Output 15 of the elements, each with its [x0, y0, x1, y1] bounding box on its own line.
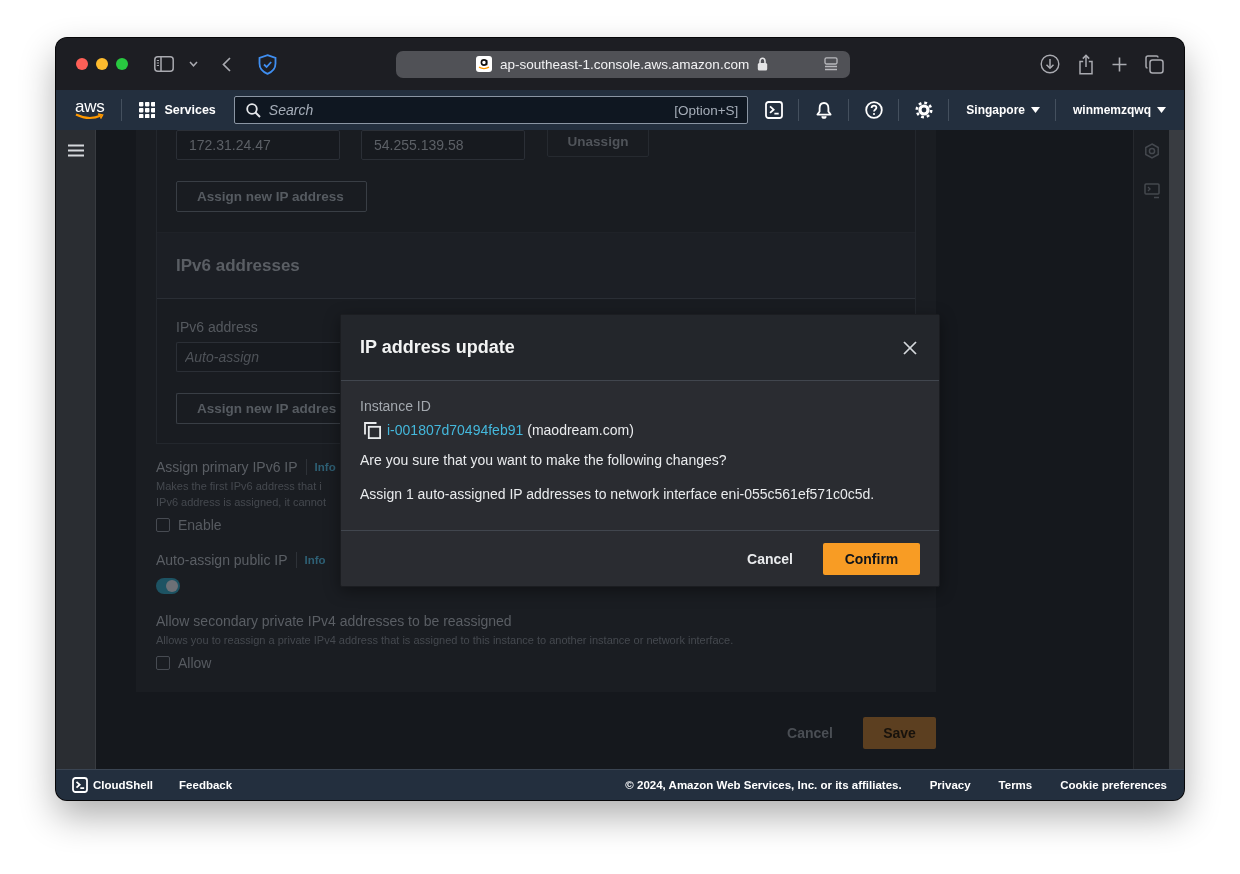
change-summary: Assign 1 auto-assigned IP addresses to network interface eni-055c561ef571c0c5d.: [360, 485, 875, 503]
field-label: IPv6 address: [176, 319, 258, 335]
url-text: ap-southeast-1.console.aws.amazon.com: [500, 56, 750, 72]
setting-label: Assign primary IPv6 IP: [156, 459, 298, 475]
field-label: Instance ID: [360, 397, 431, 415]
confirmation-question: Are you sure that you want to make the following changes?: [360, 451, 727, 469]
setting-label: Allow secondary private IPv4 addresses to be reassigned: [156, 613, 512, 629]
copyright-text: © 2024, Amazon Web Services, Inc. or its affiliates.: [625, 779, 902, 791]
instance-name: (maodream.com): [527, 422, 634, 438]
shortcut-hint: [Option+S]: [674, 102, 739, 118]
checkbox-label: Allow: [178, 655, 212, 671]
dialog-title: IP address update: [360, 337, 515, 358]
section-heading: IPv6 addresses: [176, 255, 300, 277]
setting-label: Auto-assign public IP: [156, 552, 288, 568]
checkbox-label: Enable: [178, 517, 222, 533]
